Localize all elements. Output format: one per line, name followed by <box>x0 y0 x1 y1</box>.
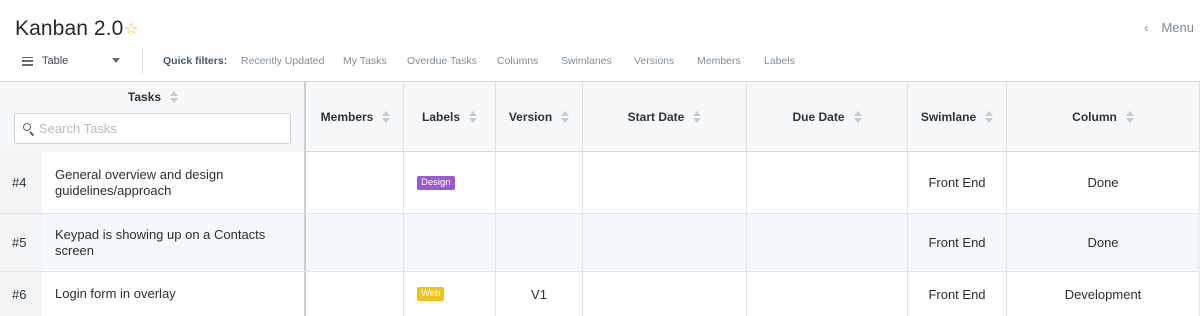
column-header-label: Column <box>1072 110 1117 124</box>
sort-icon[interactable] <box>469 111 477 123</box>
board-title: Kanban 2.0 <box>15 17 124 40</box>
column-header-4[interactable]: Due Date <box>747 82 908 152</box>
cell-column[interactable]: Development <box>1007 272 1200 316</box>
cell-due-date[interactable] <box>747 272 908 316</box>
table-header-row: Tasks Members Labels Version Start Date Due … <box>0 82 1200 152</box>
cell-value: Development <box>1064 286 1142 302</box>
cell-members[interactable] <box>308 214 404 271</box>
quick-filters-label: Quick filters: <box>163 55 228 67</box>
cell-version[interactable] <box>496 152 583 213</box>
label-badge: Web <box>417 287 445 301</box>
task-id: #5 <box>0 214 42 271</box>
column-header-1[interactable]: Labels <box>404 82 496 152</box>
cell-due-date[interactable] <box>747 152 908 213</box>
menu-button[interactable]: ‹ Menu <box>1144 20 1194 35</box>
table-row[interactable]: #5 Keypad is showing up on a Contacts scr… <box>0 214 1200 272</box>
column-header-label: Start Date <box>627 110 685 124</box>
sort-icon[interactable] <box>382 111 391 123</box>
task-name[interactable]: Keypad is showing up on a Contacts scree… <box>42 214 306 271</box>
sort-icon[interactable] <box>561 111 570 123</box>
quick-filter-7[interactable]: Labels <box>764 55 795 67</box>
column-header-6[interactable]: Column <box>1007 82 1200 152</box>
quick-filter-6[interactable]: Members <box>697 55 741 67</box>
cell-value: Done <box>1087 235 1119 250</box>
cell-due-date[interactable] <box>747 214 908 271</box>
table-row[interactable]: #4 General overview and design guidelines… <box>0 152 1200 214</box>
quick-filter-0[interactable]: Recently Updated <box>241 55 324 67</box>
table-row[interactable]: #6 Login form in overlay Web V1 Front End Dev… <box>0 272 1200 316</box>
cell-swimlane[interactable]: Front End <box>908 152 1007 213</box>
cell-label[interactable] <box>404 214 496 271</box>
column-header-0[interactable]: Members <box>308 82 404 152</box>
quick-filter-5[interactable]: Versions <box>634 55 674 67</box>
cell-value: Front End <box>928 175 986 190</box>
quick-filter-3[interactable]: Columns <box>497 55 538 67</box>
view-select-value: Table <box>42 55 69 67</box>
search-box[interactable] <box>14 113 291 144</box>
label-badge: Design <box>417 175 455 190</box>
task-name[interactable]: Login form in overlay <box>42 272 306 316</box>
cell-members[interactable] <box>308 152 404 213</box>
quick-filter-4[interactable]: Swimlanes <box>561 55 612 67</box>
task-id: #6 <box>0 272 42 316</box>
search-icon <box>22 122 36 136</box>
cell-column[interactable]: Done <box>1007 214 1200 271</box>
sort-icon[interactable] <box>853 111 862 123</box>
list-icon <box>22 56 33 66</box>
column-header-label: Due Date <box>792 110 845 124</box>
column-header-3[interactable]: Start Date <box>583 82 747 152</box>
sort-icon[interactable] <box>693 111 702 123</box>
board-header: Kanban 2.0 ☆ ‹ Menu Table Quick filters:… <box>0 0 1200 82</box>
cell-swimlane[interactable]: Front End <box>908 272 1007 316</box>
sort-icon[interactable] <box>170 91 179 103</box>
quick-filter-1[interactable]: My Tasks <box>343 55 387 67</box>
tasks-header-label: Tasks <box>127 90 162 104</box>
cell-start-date[interactable] <box>583 152 747 213</box>
task-id: #4 <box>0 152 42 213</box>
tasks-header: Tasks <box>0 82 306 152</box>
column-header-label: Swimlane <box>920 110 977 124</box>
sort-icon[interactable] <box>985 111 994 123</box>
cell-column[interactable]: Done <box>1007 152 1200 213</box>
chevron-down-icon <box>112 58 120 63</box>
star-icon[interactable]: ☆ <box>124 19 138 39</box>
cell-swimlane[interactable]: Front End <box>908 214 1007 271</box>
chevron-left-icon: ‹ <box>1144 20 1149 35</box>
menu-label: Menu <box>1161 20 1194 35</box>
cell-version[interactable] <box>496 214 583 271</box>
cell-label[interactable]: Design <box>404 152 496 213</box>
column-header-2[interactable]: Version <box>496 82 583 152</box>
cell-label[interactable]: Web <box>404 272 496 316</box>
cell-value: V1 <box>531 286 547 302</box>
cell-value: Done <box>1087 175 1119 190</box>
sort-icon[interactable] <box>1125 111 1134 123</box>
cell-value: Front End <box>928 235 986 250</box>
column-header-label: Labels <box>421 110 460 124</box>
search-input[interactable] <box>39 121 279 136</box>
cell-members[interactable] <box>308 272 404 316</box>
cell-start-date[interactable] <box>583 272 747 316</box>
column-header-label: Version <box>508 110 553 124</box>
quick-filter-2[interactable]: Overdue Tasks <box>407 55 477 67</box>
column-header-label: Members <box>320 110 374 124</box>
task-name[interactable]: General overview and design guidelines/a… <box>42 152 306 213</box>
cell-value: Front End <box>928 286 986 302</box>
view-select[interactable]: Table <box>22 52 122 70</box>
cell-version[interactable]: V1 <box>496 272 583 316</box>
cell-start-date[interactable] <box>583 214 747 271</box>
column-header-5[interactable]: Swimlane <box>908 82 1007 152</box>
tasks-column-header[interactable]: Tasks <box>0 90 306 104</box>
task-table: Tasks Members Labels Version Start Date Due … <box>0 81 1200 316</box>
divider <box>142 48 143 74</box>
